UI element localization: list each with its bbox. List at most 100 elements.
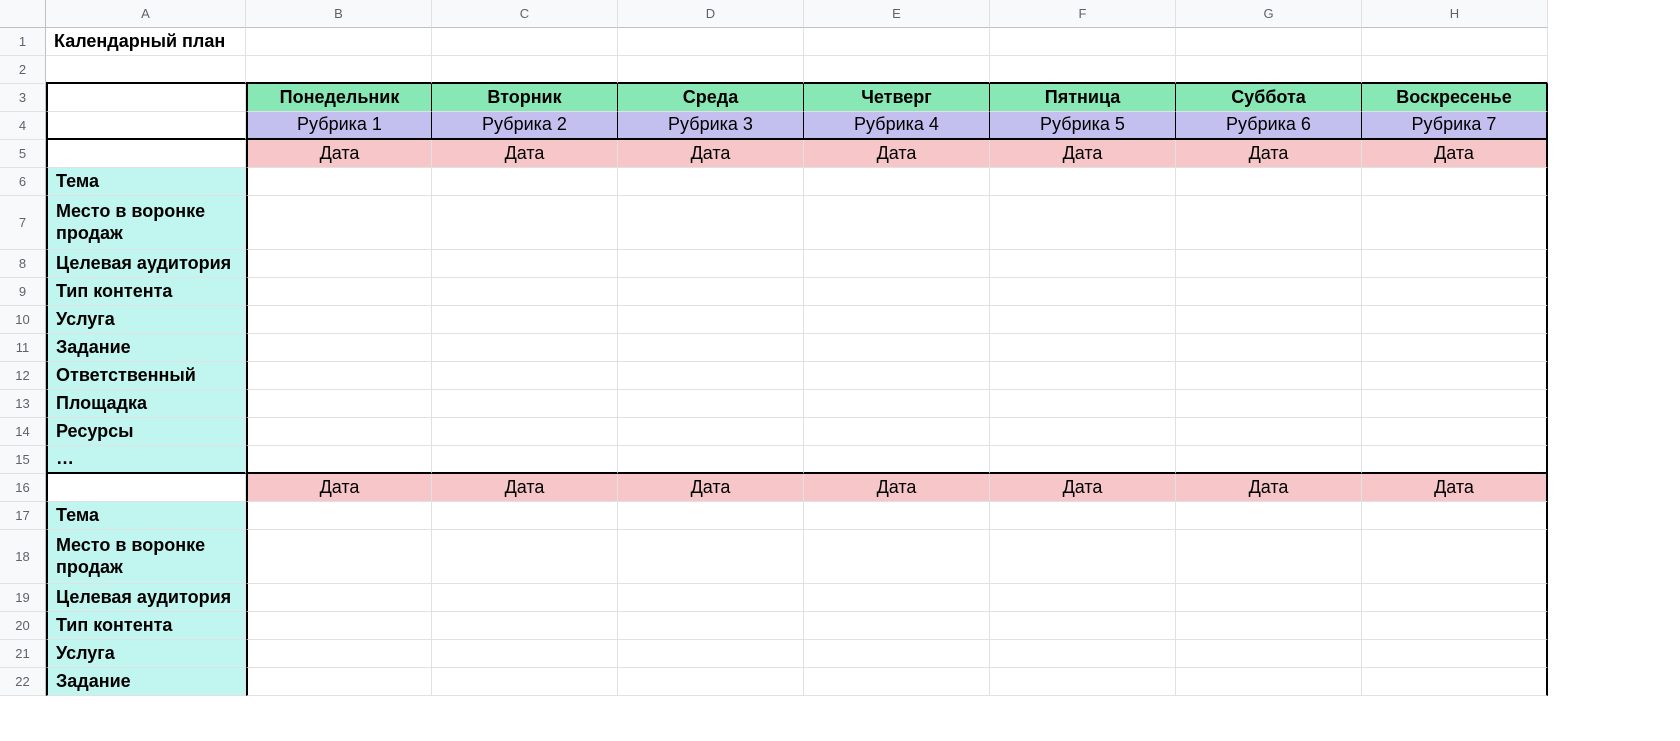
cell-B18[interactable] xyxy=(246,530,432,584)
cell-B13[interactable] xyxy=(246,390,432,418)
cell-date-d16[interactable]: Дата xyxy=(618,474,804,502)
cell-A1-title[interactable]: Календарный план xyxy=(46,28,246,56)
cell-label-platform[interactable]: Площадка xyxy=(46,390,246,418)
cell-C21[interactable] xyxy=(432,640,618,668)
cell-E12[interactable] xyxy=(804,362,990,390)
cell-D15[interactable] xyxy=(618,446,804,474)
cell-G9[interactable] xyxy=(1176,278,1362,306)
cell-B1[interactable] xyxy=(246,28,432,56)
cell-date-c5[interactable]: Дата xyxy=(432,140,618,168)
cell-B22[interactable] xyxy=(246,668,432,696)
cell-A2[interactable] xyxy=(46,56,246,84)
cell-G1[interactable] xyxy=(1176,28,1362,56)
row-header-8[interactable]: 8 xyxy=(0,250,46,278)
cell-H1[interactable] xyxy=(1362,28,1548,56)
row-header-17[interactable]: 17 xyxy=(0,502,46,530)
cell-H12[interactable] xyxy=(1362,362,1548,390)
cell-F15[interactable] xyxy=(990,446,1176,474)
row-header-4[interactable]: 4 xyxy=(0,112,46,140)
cell-C20[interactable] xyxy=(432,612,618,640)
cell-D22[interactable] xyxy=(618,668,804,696)
cell-C7[interactable] xyxy=(432,196,618,250)
cell-D2[interactable] xyxy=(618,56,804,84)
cell-G13[interactable] xyxy=(1176,390,1362,418)
cell-D11[interactable] xyxy=(618,334,804,362)
cell-H2[interactable] xyxy=(1362,56,1548,84)
cell-date-d5[interactable]: Дата xyxy=(618,140,804,168)
cell-C6[interactable] xyxy=(432,168,618,196)
cell-B17[interactable] xyxy=(246,502,432,530)
cell-day-sat[interactable]: Суббота xyxy=(1176,84,1362,112)
col-header-G[interactable]: G xyxy=(1176,0,1362,28)
cell-F2[interactable] xyxy=(990,56,1176,84)
cell-C2[interactable] xyxy=(432,56,618,84)
cell-H7[interactable] xyxy=(1362,196,1548,250)
cell-H13[interactable] xyxy=(1362,390,1548,418)
cell-E13[interactable] xyxy=(804,390,990,418)
cell-B7[interactable] xyxy=(246,196,432,250)
row-header-7[interactable]: 7 xyxy=(0,196,46,250)
cell-G10[interactable] xyxy=(1176,306,1362,334)
cell-D9[interactable] xyxy=(618,278,804,306)
cell-label-service[interactable]: Услуга xyxy=(46,306,246,334)
row-header-10[interactable]: 10 xyxy=(0,306,46,334)
cell-C22[interactable] xyxy=(432,668,618,696)
cell-E7[interactable] xyxy=(804,196,990,250)
cell-C1[interactable] xyxy=(432,28,618,56)
cell-B12[interactable] xyxy=(246,362,432,390)
cell-label-more[interactable]: … xyxy=(46,446,246,474)
cell-date-h5[interactable]: Дата xyxy=(1362,140,1548,168)
cell-G19[interactable] xyxy=(1176,584,1362,612)
cell-B14[interactable] xyxy=(246,418,432,446)
cell-B2[interactable] xyxy=(246,56,432,84)
cell-C11[interactable] xyxy=(432,334,618,362)
cell-date-e16[interactable]: Дата xyxy=(804,474,990,502)
cell-G12[interactable] xyxy=(1176,362,1362,390)
cell-H15[interactable] xyxy=(1362,446,1548,474)
cell-G15[interactable] xyxy=(1176,446,1362,474)
cell-A4[interactable] xyxy=(46,112,246,140)
row-header-6[interactable]: 6 xyxy=(0,168,46,196)
row-header-20[interactable]: 20 xyxy=(0,612,46,640)
cell-D10[interactable] xyxy=(618,306,804,334)
cell-C19[interactable] xyxy=(432,584,618,612)
row-header-9[interactable]: 9 xyxy=(0,278,46,306)
cell-date-g5[interactable]: Дата xyxy=(1176,140,1362,168)
row-header-13[interactable]: 13 xyxy=(0,390,46,418)
col-header-E[interactable]: E xyxy=(804,0,990,28)
cell-label-service-2[interactable]: Услуга xyxy=(46,640,246,668)
cell-day-wed[interactable]: Среда xyxy=(618,84,804,112)
cell-A16[interactable] xyxy=(46,474,246,502)
cell-H9[interactable] xyxy=(1362,278,1548,306)
cell-F10[interactable] xyxy=(990,306,1176,334)
cell-day-tue[interactable]: Вторник xyxy=(432,84,618,112)
cell-label-resources[interactable]: Ресурсы xyxy=(46,418,246,446)
cell-label-task[interactable]: Задание xyxy=(46,334,246,362)
row-header-18[interactable]: 18 xyxy=(0,530,46,584)
cell-E10[interactable] xyxy=(804,306,990,334)
cell-D21[interactable] xyxy=(618,640,804,668)
cell-E6[interactable] xyxy=(804,168,990,196)
cell-D7[interactable] xyxy=(618,196,804,250)
cell-D6[interactable] xyxy=(618,168,804,196)
cell-H17[interactable] xyxy=(1362,502,1548,530)
cell-E11[interactable] xyxy=(804,334,990,362)
cell-B11[interactable] xyxy=(246,334,432,362)
cell-F9[interactable] xyxy=(990,278,1176,306)
cell-G21[interactable] xyxy=(1176,640,1362,668)
cell-H11[interactable] xyxy=(1362,334,1548,362)
cell-F12[interactable] xyxy=(990,362,1176,390)
cell-D17[interactable] xyxy=(618,502,804,530)
cell-label-funnel-2[interactable]: Место в воронке продаж xyxy=(46,530,246,584)
cell-B8[interactable] xyxy=(246,250,432,278)
cell-day-thu[interactable]: Четверг xyxy=(804,84,990,112)
cell-F17[interactable] xyxy=(990,502,1176,530)
cell-day-fri[interactable]: Пятница xyxy=(990,84,1176,112)
row-header-3[interactable]: 3 xyxy=(0,84,46,112)
cell-date-f16[interactable]: Дата xyxy=(990,474,1176,502)
cell-label-responsible[interactable]: Ответственный xyxy=(46,362,246,390)
cell-date-e5[interactable]: Дата xyxy=(804,140,990,168)
cell-D12[interactable] xyxy=(618,362,804,390)
col-header-A[interactable]: A xyxy=(46,0,246,28)
cell-rubric-5[interactable]: Рубрика 5 xyxy=(990,112,1176,140)
